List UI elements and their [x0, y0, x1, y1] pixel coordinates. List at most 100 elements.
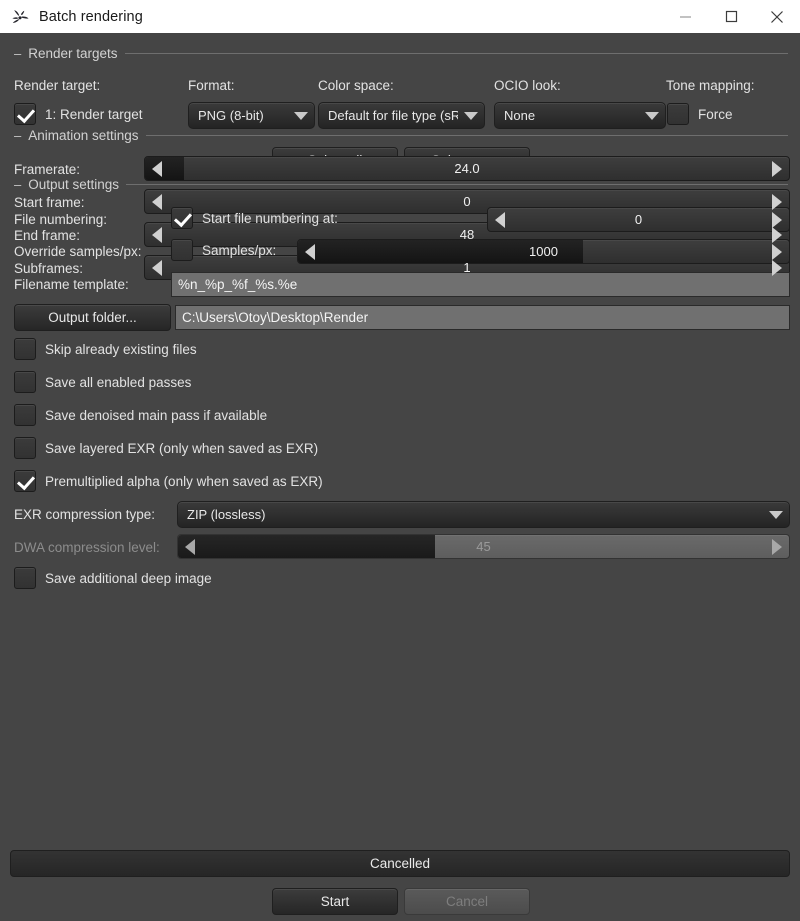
dwa-compression-slider: 45 — [177, 534, 790, 559]
color-space-dropdown[interactable]: Default for file type (sRGB/li... — [318, 102, 485, 129]
save-layered-exr-checkbox[interactable] — [14, 437, 36, 459]
save-layered-exr-label: Save layered EXR (only when saved as EXR… — [45, 440, 319, 456]
render-target-label: Render target: — [14, 78, 101, 93]
arrow-left-icon[interactable] — [495, 211, 505, 228]
save-denoised-pass-item[interactable]: Save denoised main pass if available — [14, 404, 267, 426]
render-targets-header: – Render targets — [10, 45, 790, 61]
start-frame-label: Start frame: — [14, 195, 85, 210]
save-all-passes-label: Save all enabled passes — [45, 374, 192, 390]
start-file-numbering-item[interactable]: Start file numbering at: — [171, 207, 338, 229]
ocio-look-dropdown[interactable]: None — [494, 102, 666, 129]
octane-logo-icon — [10, 7, 30, 27]
start-button[interactable]: Start — [272, 888, 398, 915]
premultiplied-alpha-checkbox[interactable] — [14, 470, 36, 492]
animation-settings-header: – Animation settings — [10, 127, 790, 143]
save-layered-exr-item[interactable]: Save layered EXR (only when saved as EXR… — [14, 437, 318, 459]
save-deep-image-label: Save additional deep image — [45, 570, 212, 586]
render-target-item[interactable]: 1: Render target — [14, 103, 143, 125]
exr-compression-value: ZIP (lossless) — [187, 507, 266, 522]
arrow-left-icon — [185, 538, 195, 555]
arrow-right-icon — [772, 538, 782, 555]
override-samples-label: Override samples/px: — [14, 244, 142, 259]
samples-px-value: 1000 — [529, 244, 558, 259]
render-targets-title: Render targets — [28, 45, 118, 61]
divider — [145, 134, 788, 136]
skip-existing-files-checkbox[interactable] — [14, 338, 36, 360]
save-denoised-pass-label: Save denoised main pass if available — [45, 407, 268, 423]
skip-existing-files-label: Skip already existing files — [45, 341, 197, 357]
framerate-label: Framerate: — [14, 162, 81, 177]
exr-compression-label: EXR compression type: — [14, 507, 156, 522]
output-settings-header: – Output settings — [10, 176, 790, 192]
collapse-dash-icon: – — [14, 127, 22, 143]
arrow-right-icon[interactable] — [772, 160, 782, 177]
divider — [126, 183, 788, 185]
chevron-down-icon — [769, 510, 783, 519]
arrow-left-icon[interactable] — [152, 193, 162, 210]
collapse-dash-icon: – — [14, 176, 22, 192]
force-checkbox[interactable] — [667, 103, 689, 125]
animation-settings-group: – Animation settings Framerate: 24.0 Sta… — [10, 127, 790, 280]
output-folder-button[interactable]: Output folder... — [14, 304, 171, 331]
save-denoised-pass-checkbox[interactable] — [14, 404, 36, 426]
premultiplied-alpha-label: Premultiplied alpha (only when saved as … — [45, 473, 323, 489]
color-space-value: Default for file type (sRGB/li... — [328, 108, 458, 123]
render-target-checkbox[interactable] — [14, 103, 36, 125]
chevron-down-icon — [464, 111, 478, 120]
arrow-right-icon[interactable] — [772, 226, 782, 243]
arrow-right-icon[interactable] — [772, 243, 782, 260]
tone-mapping-label: Tone mapping: — [666, 78, 755, 93]
subframes-label: Subframes: — [14, 261, 84, 276]
end-frame-label: End frame: — [14, 228, 81, 243]
ocio-look-label: OCIO look: — [494, 78, 561, 93]
format-dropdown[interactable]: PNG (8-bit) — [188, 102, 315, 129]
cancel-button: Cancel — [404, 888, 530, 915]
arrow-left-icon[interactable] — [152, 160, 162, 177]
framerate-value: 24.0 — [454, 161, 480, 176]
arrow-right-icon[interactable] — [772, 259, 782, 276]
render-target-item-label: 1: Render target — [45, 106, 143, 122]
end-frame-value: 48 — [459, 227, 475, 242]
arrow-left-icon[interactable] — [305, 243, 315, 260]
samples-px-item[interactable]: Samples/px: — [171, 239, 276, 261]
status-bar: Cancelled — [10, 850, 790, 877]
start-file-numbering-value: 0 — [634, 212, 643, 227]
start-file-numbering-checkbox[interactable] — [171, 207, 193, 229]
collapse-dash-icon: – — [14, 45, 22, 61]
start-frame-value: 0 — [463, 194, 471, 209]
skip-existing-files-item[interactable]: Skip already existing files — [14, 338, 197, 360]
window-title: Batch rendering — [39, 8, 143, 25]
arrow-right-icon[interactable] — [772, 211, 782, 228]
format-value: PNG (8-bit) — [198, 108, 264, 123]
samples-px-label: Samples/px: — [202, 242, 277, 258]
save-all-passes-checkbox[interactable] — [14, 371, 36, 393]
close-icon[interactable] — [754, 0, 800, 33]
arrow-left-icon[interactable] — [152, 226, 162, 243]
dwa-compression-label: DWA compression level: — [14, 540, 160, 555]
arrow-left-icon[interactable] — [152, 259, 162, 276]
arrow-right-icon[interactable] — [772, 193, 782, 210]
filename-template-input[interactable]: %n_%p_%f_%s.%e — [171, 272, 790, 297]
output-settings-group: – Output settings File numbering: Start … — [10, 176, 790, 589]
output-settings-title: Output settings — [28, 176, 120, 192]
batch-rendering-dialog: – Render targets Render target: Format: … — [0, 45, 800, 921]
file-numbering-label: File numbering: — [14, 212, 108, 227]
maximize-icon[interactable] — [708, 0, 754, 33]
save-deep-image-item[interactable]: Save additional deep image — [14, 567, 212, 589]
subframes-value: 1 — [463, 260, 471, 275]
minimize-icon[interactable] — [662, 0, 708, 33]
title-bar: Batch rendering — [0, 0, 800, 33]
save-deep-image-checkbox[interactable] — [14, 567, 36, 589]
force-label: Force — [698, 106, 733, 122]
output-folder-path-input[interactable]: C:\Users\Otoy\Desktop\Render — [175, 305, 790, 330]
chevron-down-icon — [645, 111, 659, 120]
override-samples-checkbox[interactable] — [171, 239, 193, 261]
window-controls — [662, 0, 800, 33]
save-all-passes-item[interactable]: Save all enabled passes — [14, 371, 191, 393]
exr-compression-dropdown[interactable]: ZIP (lossless) — [177, 501, 790, 528]
render-targets-group: – Render targets Render target: Format: … — [10, 45, 790, 174]
force-tone-mapping-item[interactable]: Force — [667, 103, 733, 125]
chevron-down-icon — [294, 111, 308, 120]
start-file-numbering-label: Start file numbering at: — [202, 210, 338, 226]
premultiplied-alpha-item[interactable]: Premultiplied alpha (only when saved as … — [14, 470, 323, 492]
